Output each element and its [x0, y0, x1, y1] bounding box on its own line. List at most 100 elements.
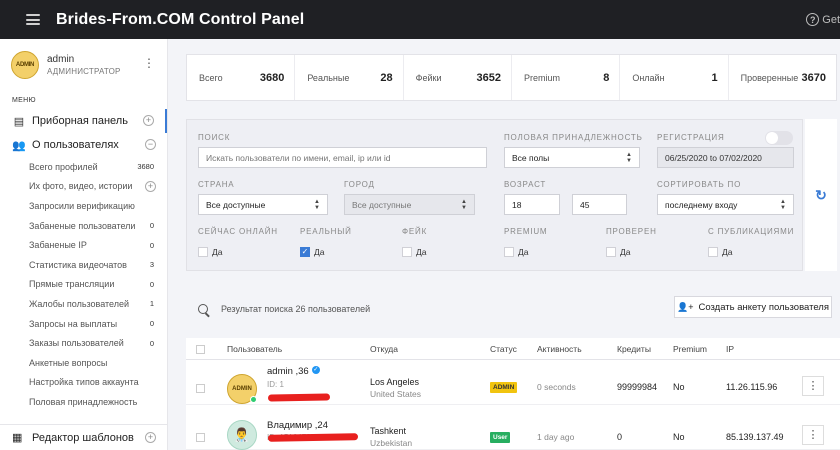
city-select[interactable]: Все доступные ▲ ▼	[344, 194, 475, 215]
hamburger-menu-icon[interactable]	[26, 14, 40, 25]
search-result-summary: Результат поиска 26 пользователей	[198, 304, 370, 314]
gender-select[interactable]: Все полы ▲ ▼	[504, 147, 640, 168]
users-table: Пользователь Откуда Статус Активность Кр…	[186, 338, 840, 450]
table-row[interactable]: 👨‍⚕ Владимир ,24 ID: 1516478587 Tashkent…	[186, 406, 840, 450]
online-label: СЕЙЧАС ОНЛАЙН	[198, 227, 278, 236]
city-label: ГОРОД	[344, 180, 375, 189]
create-user-button[interactable]: 👤+ Создать анкету пользователя	[674, 296, 832, 318]
real-checkbox[interactable]: ✓ Да	[300, 247, 324, 257]
user-city: Tashkent	[370, 426, 407, 436]
registration-label: РЕГИСТРАЦИЯ	[657, 133, 725, 142]
admin-avatar: ADMIN	[11, 51, 39, 79]
table-header: Пользователь Откуда Статус Активность Кр…	[186, 338, 840, 360]
user-avatar[interactable]: 👨‍⚕	[227, 420, 257, 450]
app-title: Brides-From.COM Control Panel	[56, 10, 305, 28]
col-user[interactable]: Пользователь	[227, 344, 282, 354]
row-checkbox[interactable]	[196, 433, 205, 442]
user-credits: 0	[617, 432, 623, 442]
sidebar-item-live-streams[interactable]: Прямые трансляции 0	[0, 275, 167, 295]
refresh-icon[interactable]: ↻	[805, 119, 837, 271]
status-badge: User	[490, 432, 511, 443]
sidebar-item-verification[interactable]: Запросили верификацию	[0, 196, 167, 216]
search-icon	[198, 304, 208, 314]
sidebar-item-user-orders[interactable]: Заказы пользователей 0	[0, 333, 167, 353]
help-label: Get	[822, 13, 840, 26]
select-all-checkbox[interactable]	[196, 345, 205, 354]
nav-users[interactable]: 👥 О пользователях −	[0, 133, 167, 157]
row-actions-icon[interactable]: ⋮	[802, 376, 824, 396]
sidebar-item-banned-users[interactable]: Забаненые пользователи 0	[0, 216, 167, 236]
select-arrows-icon: ▲ ▼	[780, 198, 786, 211]
sidebar-item-complaints[interactable]: Жалобы пользователей 1	[0, 294, 167, 314]
col-credits[interactable]: Кредиты	[617, 344, 651, 354]
online-checkbox[interactable]: Да	[198, 247, 222, 257]
stats-bar: Всего 3680 Реальные 28 Фейки 3652 Premium 8 …	[186, 54, 837, 101]
user-name[interactable]: admin ,36 ✓	[267, 366, 320, 377]
sidebar-item-payout-requests[interactable]: Запросы на выплаты 0	[0, 314, 167, 334]
user-name[interactable]: Владимир ,24	[267, 420, 328, 431]
select-arrows-icon: ▲ ▼	[461, 198, 467, 211]
verified-icon: ✓	[311, 366, 320, 374]
sidebar: ADMIN admin АДМИНИСТРАТОР ⋮ МЕНЮ ▤ Прибо…	[0, 39, 168, 450]
profile-role: АДМИНИСТРАТОР	[47, 67, 121, 76]
sidebar-item-media[interactable]: Их фото, видео, истории +	[0, 177, 167, 197]
redaction-mark	[267, 393, 331, 402]
add-user-icon: 👤+	[677, 301, 694, 312]
nav-dashboard[interactable]: ▤ Приборная панель +	[0, 109, 167, 133]
row-actions-icon[interactable]: ⋮	[802, 425, 824, 445]
age-from-input[interactable]: 18	[504, 194, 560, 215]
table-row[interactable]: ADMIN admin ,36 ✓ ID: 1 Los Angeles Unite…	[186, 361, 840, 405]
sort-select[interactable]: последнему входу ▲ ▼	[657, 194, 794, 215]
fake-label: ФЕЙК	[402, 227, 428, 236]
profile-more-icon[interactable]: ⋮	[143, 57, 155, 69]
expand-plus-icon[interactable]: +	[143, 115, 154, 126]
expand-plus-icon[interactable]: +	[145, 432, 156, 443]
col-location[interactable]: Откуда	[370, 344, 398, 354]
gender-label: ПОЛОВАЯ ПРИНАДЛЕЖНОСТЬ	[504, 133, 643, 142]
sidebar-item-banned-ip[interactable]: Забаненые IP 0	[0, 235, 167, 255]
nav-dashboard-label: Приборная панель	[32, 115, 128, 127]
top-bar: Brides-From.COM Control Panel ? Get	[0, 0, 840, 39]
user-activity: 1 day ago	[537, 432, 575, 442]
help-button[interactable]: ? Get	[806, 0, 840, 39]
expand-plus-icon[interactable]: +	[145, 180, 156, 192]
menu-label: МЕНЮ	[12, 97, 36, 104]
verified-checkbox[interactable]: Да	[606, 247, 630, 257]
sidebar-item-genders[interactable]: Половая принадлежность	[0, 392, 167, 412]
collapse-minus-icon[interactable]: −	[145, 139, 156, 150]
col-status[interactable]: Статус	[490, 344, 517, 354]
real-label: РЕАЛЬНЫЙ	[300, 227, 352, 236]
nav-template-editor-label: Редактор шаблонов	[32, 431, 134, 444]
users-icon: 👥	[12, 139, 26, 152]
sidebar-item-account-types[interactable]: Настройка типов аккаунта	[0, 373, 167, 393]
search-label: ПОИСК	[198, 133, 231, 142]
online-status-dot	[250, 396, 257, 403]
age-to-input[interactable]: 45	[572, 194, 627, 215]
stat-total: Всего 3680	[187, 55, 296, 100]
sidebar-item-videochat-stats[interactable]: Статистика видеочатов 3	[0, 255, 167, 275]
select-arrows-icon: ▲ ▼	[314, 198, 320, 211]
fake-checkbox[interactable]: Да	[402, 247, 426, 257]
user-id: ID: 1	[267, 380, 284, 389]
premium-checkbox[interactable]: Да	[504, 247, 528, 257]
stat-premium: Premium 8	[512, 55, 621, 100]
col-ip[interactable]: IP	[726, 344, 734, 354]
stat-online: Онлайн 1	[620, 55, 729, 100]
registration-toggle[interactable]	[765, 131, 793, 145]
stat-verified: Проверенные 3670	[740, 71, 826, 84]
col-activity[interactable]: Активность	[537, 344, 582, 354]
search-input[interactable]	[198, 147, 487, 168]
publications-checkbox[interactable]: Да	[708, 247, 732, 257]
user-city: Los Angeles	[370, 377, 420, 387]
registration-date-range[interactable]: 06/25/2020 to 07/02/2020	[657, 147, 794, 168]
checkmark-icon: ✓	[300, 247, 310, 257]
template-icon: ▦	[12, 432, 23, 444]
nav-template-editor[interactable]: ▦ Редактор шаблонов +	[0, 424, 167, 450]
sidebar-item-total-profiles[interactable]: Всего профилей 3680	[0, 157, 167, 177]
sidebar-item-profile-questions[interactable]: Анкетные вопросы	[0, 353, 167, 373]
country-select[interactable]: Все доступные ▲ ▼	[198, 194, 328, 215]
nav-users-label: О пользователях	[32, 139, 119, 151]
profile-name: admin	[47, 54, 75, 65]
col-premium[interactable]: Premium	[673, 344, 707, 354]
row-checkbox[interactable]	[196, 384, 205, 393]
